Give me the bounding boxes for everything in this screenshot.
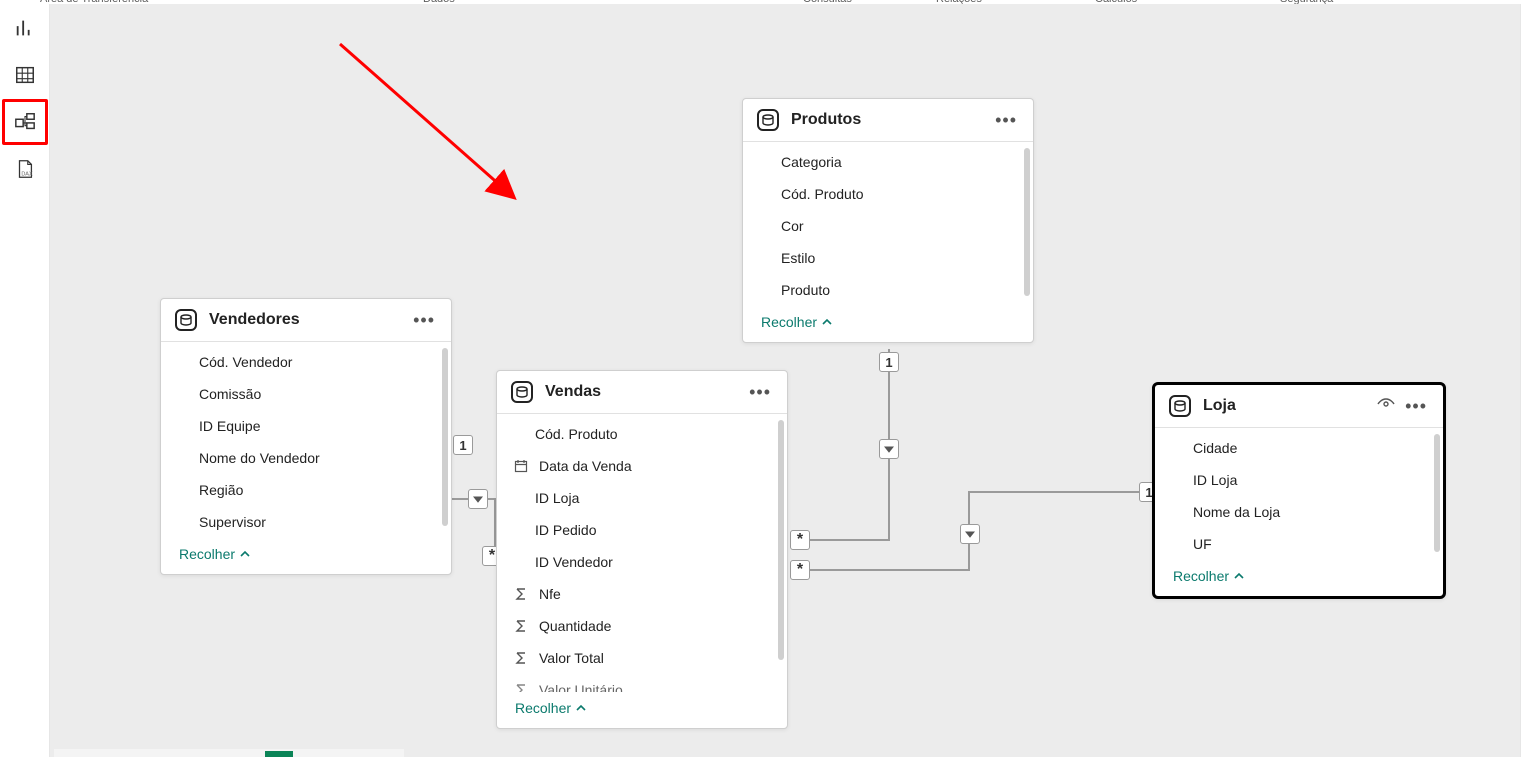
field[interactable]: ID Loja (497, 482, 787, 514)
field[interactable]: ID Loja (1155, 464, 1443, 496)
report-view-button[interactable] (2, 5, 48, 51)
right-panel-collapsed[interactable] (1520, 4, 1531, 757)
more-icon[interactable]: ••• (747, 382, 773, 403)
table-icon (14, 64, 36, 86)
field[interactable]: Quantidade (497, 610, 787, 642)
filter-direction-icon (468, 489, 488, 509)
field[interactable]: ID Pedido (497, 514, 787, 546)
scrollbar[interactable] (1024, 148, 1030, 296)
field[interactable]: Estilo (743, 242, 1033, 274)
bottom-accent (265, 751, 293, 757)
more-icon[interactable]: ••• (411, 310, 437, 331)
table-produtos[interactable]: Produtos ••• Categoria Cód. Produto Cor … (742, 98, 1034, 343)
field[interactable]: UF (1155, 528, 1443, 560)
table-title: Vendedores (209, 311, 411, 329)
filter-direction-icon (960, 524, 980, 544)
field[interactable]: Valor Total (497, 642, 787, 674)
field[interactable]: Categoria (743, 146, 1033, 178)
svg-text:DAX: DAX (21, 171, 33, 177)
field[interactable]: Supervisor (161, 506, 451, 538)
field[interactable]: Cidade (1155, 432, 1443, 464)
scrollbar[interactable] (442, 348, 448, 526)
field[interactable]: ID Vendedor (497, 546, 787, 578)
field[interactable]: Nome da Loja (1155, 496, 1443, 528)
field[interactable]: Região (161, 474, 451, 506)
field[interactable]: ID Equipe (161, 410, 451, 442)
sigma-icon (511, 651, 531, 665)
model-view-button[interactable] (2, 99, 48, 145)
sigma-icon (511, 619, 531, 633)
table-title: Vendas (545, 383, 747, 401)
more-icon[interactable]: ••• (1403, 396, 1429, 417)
cardinality-one: 1 (879, 352, 899, 372)
table-vendedores[interactable]: Vendedores ••• Cód. Vendedor Comissão ID… (160, 298, 452, 575)
collapse-button[interactable]: Recolher (161, 538, 451, 574)
dax-icon: DAX (14, 158, 36, 180)
field[interactable]: Data da Venda (497, 450, 787, 482)
calendar-icon (511, 459, 531, 473)
bottom-bar (54, 749, 404, 757)
field[interactable]: Nfe (497, 578, 787, 610)
database-icon (511, 381, 533, 403)
collapse-button[interactable]: Recolher (1155, 560, 1443, 596)
database-icon (1169, 395, 1191, 417)
field[interactable]: Cód. Vendedor (161, 346, 451, 378)
sigma-icon (511, 587, 531, 601)
sigma-icon (511, 683, 531, 692)
field[interactable]: Valor Unitário (497, 674, 787, 692)
table-loja[interactable]: Loja ••• Cidade ID Loja Nome da Loja UF … (1152, 382, 1446, 599)
table-vendas[interactable]: Vendas ••• Cód. Produto Data da Venda ID… (496, 370, 788, 729)
more-icon[interactable]: ••• (993, 110, 1019, 131)
field[interactable]: Comissão (161, 378, 451, 410)
table-title: Loja (1203, 397, 1377, 415)
dax-view-button[interactable]: DAX (2, 146, 48, 192)
field[interactable]: Produto (743, 274, 1033, 306)
filter-direction-icon (879, 439, 899, 459)
collapse-button[interactable]: Recolher (497, 692, 787, 728)
field[interactable]: Nome do Vendedor (161, 442, 451, 474)
chart-icon (14, 17, 36, 39)
database-icon (757, 109, 779, 131)
data-view-button[interactable] (2, 52, 48, 98)
field[interactable]: Cor (743, 210, 1033, 242)
annotation-arrow (335, 39, 525, 209)
collapse-button[interactable]: Recolher (743, 306, 1033, 342)
visibility-icon[interactable] (1377, 397, 1395, 416)
relationship-line[interactable] (968, 491, 1150, 493)
scrollbar[interactable] (1434, 434, 1440, 552)
cardinality-many: * (790, 530, 810, 550)
database-icon (175, 309, 197, 331)
view-rail: DAX (0, 4, 50, 757)
scrollbar[interactable] (778, 420, 784, 660)
model-icon (14, 111, 36, 133)
field[interactable]: Cód. Produto (497, 418, 787, 450)
table-title: Produtos (791, 111, 993, 129)
cardinality-one: 1 (453, 435, 473, 455)
model-canvas[interactable]: 1 * 1 * 1 * Vendedores ••• Cód. Vendedor… (50, 4, 1531, 757)
field[interactable]: Cód. Produto (743, 178, 1033, 210)
relationship-line[interactable] (790, 569, 970, 571)
cardinality-many: * (790, 560, 810, 580)
